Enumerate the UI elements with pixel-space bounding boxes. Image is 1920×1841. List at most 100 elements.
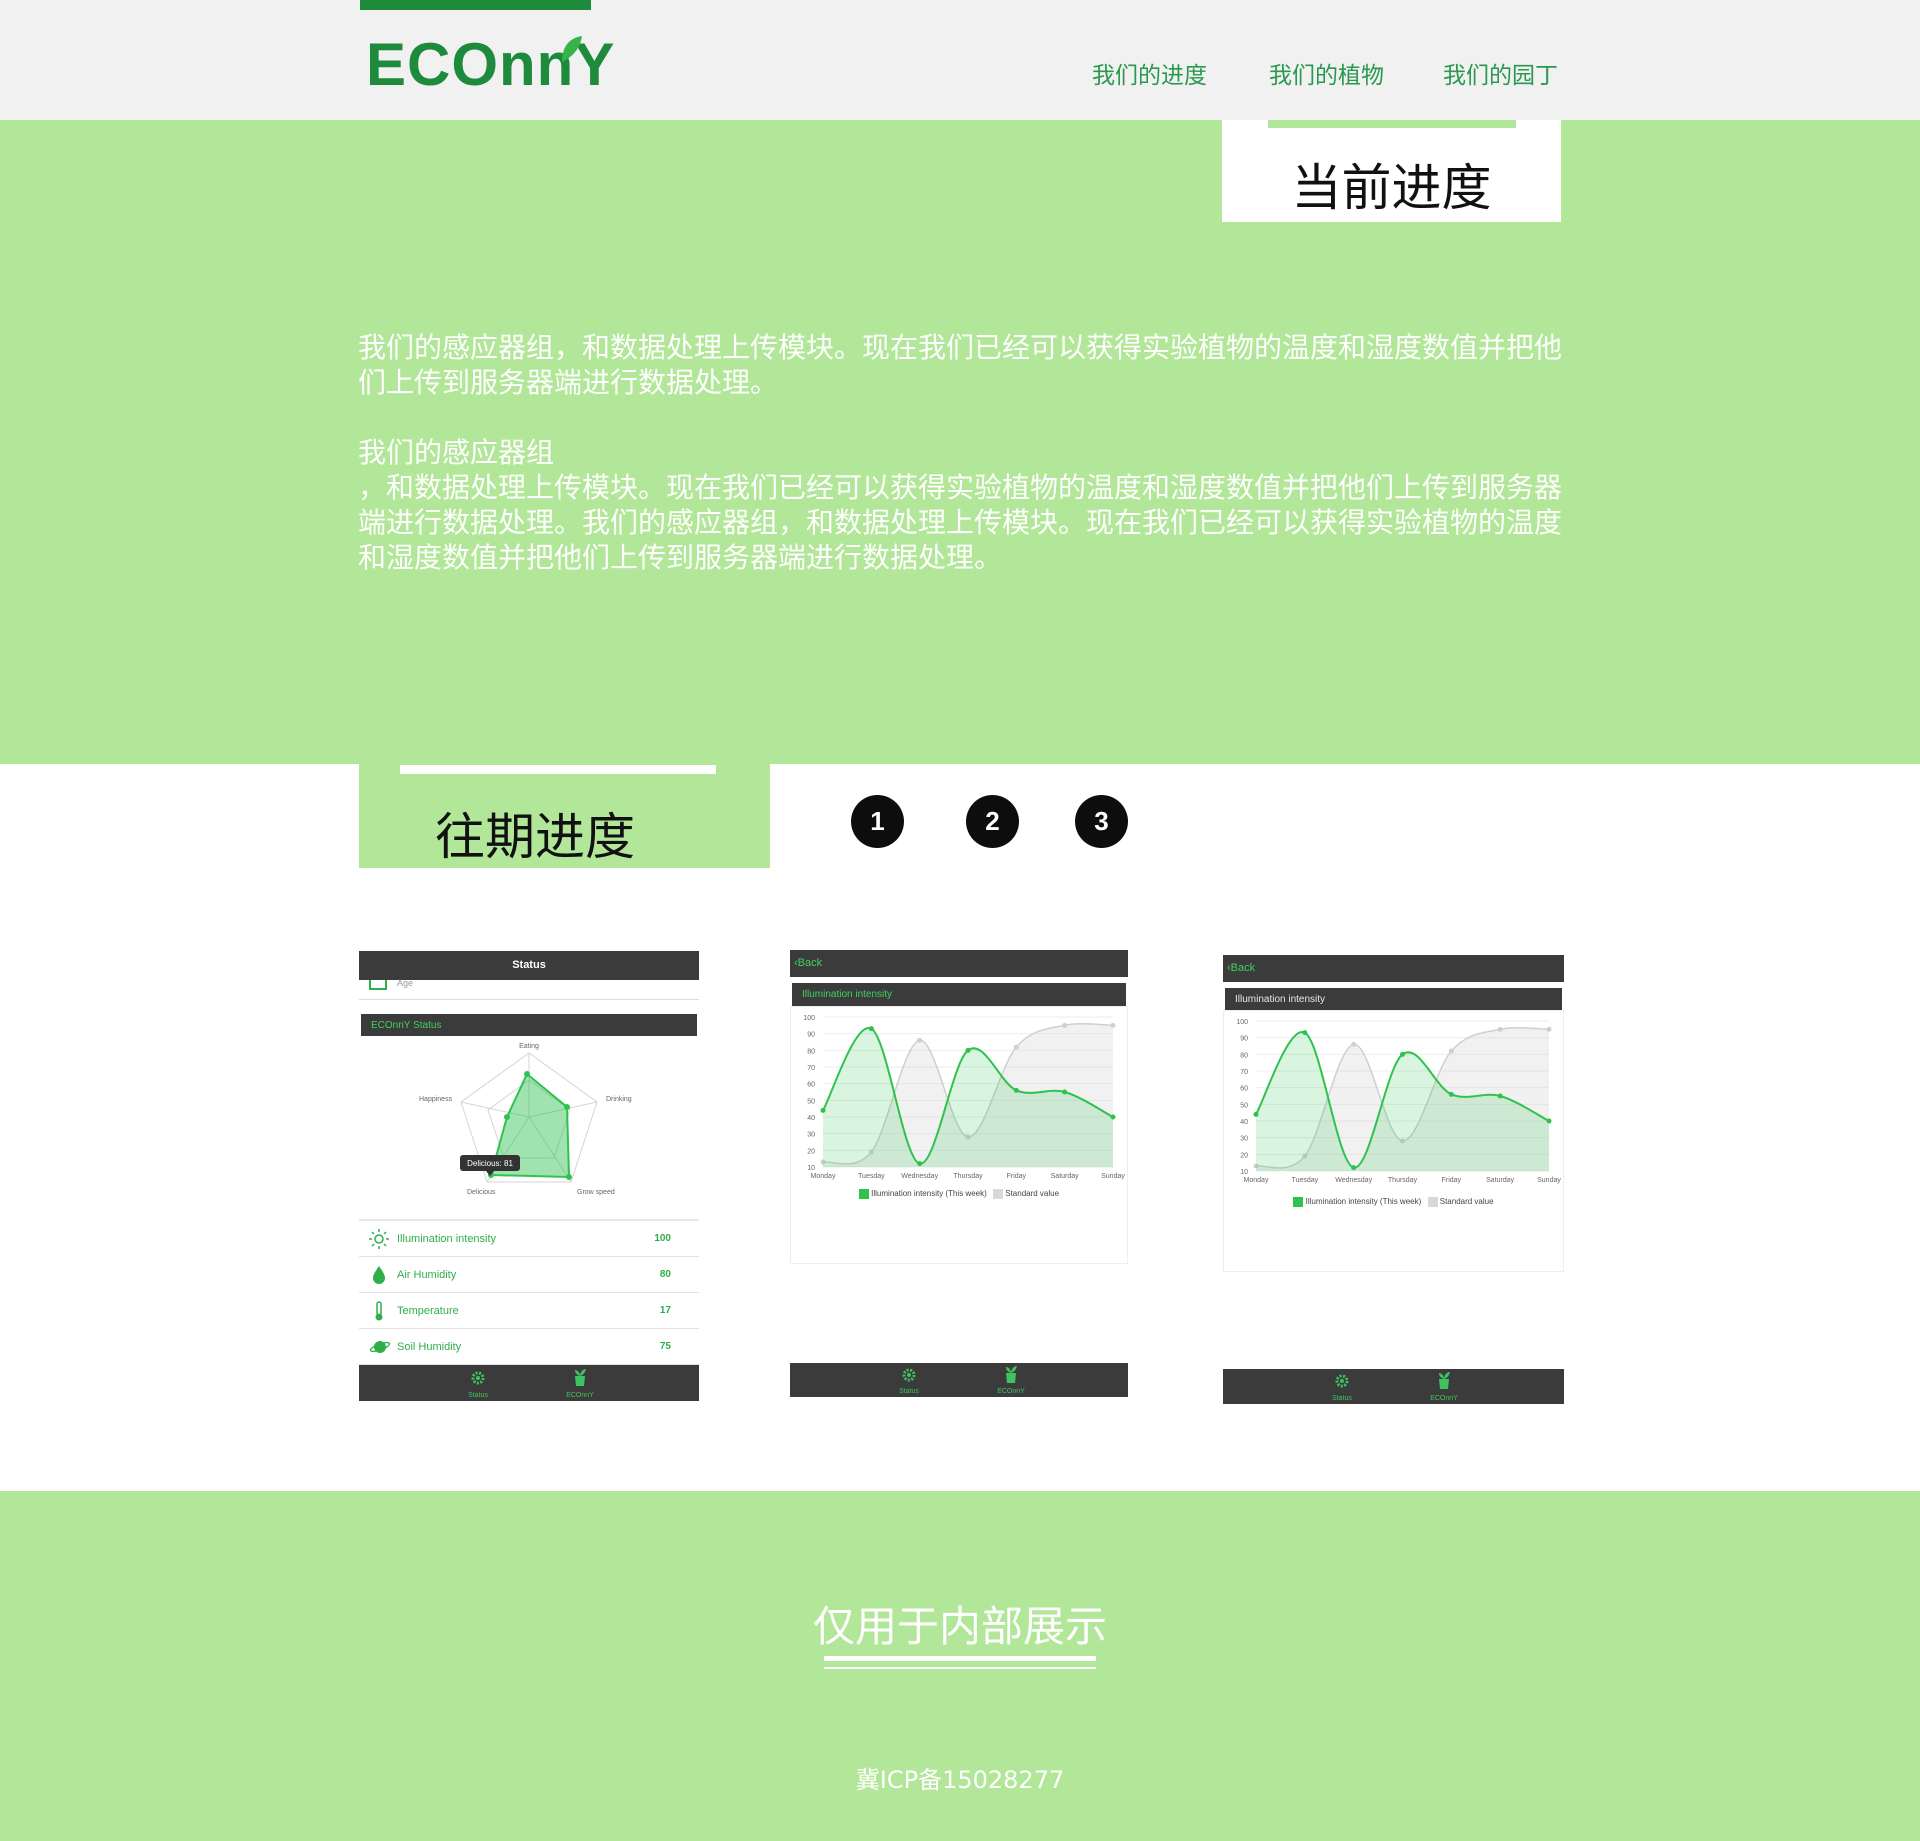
tab-status[interactable]: Status — [1322, 1395, 1362, 1402]
tab-econny[interactable]: ECOnnY — [1424, 1395, 1464, 1402]
x-tick-label: Thursday — [1388, 1177, 1418, 1184]
plant-pot-icon[interactable] — [572, 1368, 588, 1387]
back-bar: ‹Back — [790, 950, 1128, 977]
footer-slogan: 仅用于内部展示 — [812, 1602, 1107, 1651]
back-label: Back — [797, 957, 823, 969]
y-tick-label: 40 — [1240, 1119, 1248, 1126]
title-accent-bar — [400, 765, 716, 774]
data-point — [1400, 1051, 1405, 1057]
sensor-row-air-humidity[interactable]: Air Humidity 80 — [359, 1257, 699, 1293]
tab-econny[interactable]: ECOnnY — [560, 1392, 600, 1399]
data-point — [1497, 1093, 1503, 1099]
chart-legend: Illumination intensity (This week) Stand… — [791, 1189, 1127, 1199]
back-bar: ‹Back — [1223, 955, 1564, 982]
y-tick-label: 20 — [1240, 1152, 1248, 1159]
x-tick-label: Monday — [1244, 1177, 1269, 1184]
data-point — [1013, 1087, 1019, 1093]
legend-swatch-green — [1293, 1197, 1304, 1207]
sensor-row-soil-humidity[interactable]: Soil Humidity 75 — [359, 1329, 699, 1365]
data-point — [965, 1047, 971, 1053]
gear-icon[interactable] — [469, 1369, 487, 1387]
page-button-2[interactable]: 2 — [966, 795, 1019, 848]
site-footer: 仅用于内部展示 冀ICP备15028277 — [0, 1491, 1920, 1841]
y-tick-label: 100 — [803, 1015, 815, 1022]
y-tick-label: 30 — [1240, 1136, 1248, 1143]
data-point — [1062, 1089, 1068, 1095]
data-point — [917, 1161, 923, 1167]
legend-swatch-gray — [993, 1189, 1003, 1199]
x-tick-label: Tuesday — [1292, 1177, 1319, 1184]
back-button[interactable]: ‹Back — [1227, 962, 1255, 974]
chart-title: Illumination intensity — [802, 989, 893, 1000]
tab-econny[interactable]: ECOnnY — [991, 1388, 1031, 1395]
age-row: Age — [359, 978, 699, 1000]
legend-label: Standard value — [1005, 1189, 1060, 1199]
data-point — [1448, 1048, 1454, 1054]
y-tick-label: 10 — [807, 1165, 815, 1172]
tab-bar: Status ECOnnY — [790, 1363, 1128, 1397]
tab-bar: Status ECOnnY — [1223, 1369, 1564, 1404]
data-point — [1546, 1026, 1552, 1032]
tab-status[interactable]: Status — [458, 1392, 498, 1399]
gear-icon[interactable] — [900, 1366, 918, 1384]
illumination-line-chart: 10 20 30 40 50 60 70 80 90 100 Monday Tuesday Wednes… — [1236, 1019, 1561, 1184]
sensor-value: 80 — [659, 1269, 671, 1280]
legend-swatch-gray — [1427, 1197, 1438, 1207]
radar-axis-label: Happiness — [419, 1096, 453, 1103]
legend-label: Standard value — [1439, 1197, 1494, 1207]
sensor-value: 17 — [659, 1305, 671, 1316]
data-point — [1062, 1022, 1068, 1028]
sensor-value: 100 — [654, 1233, 671, 1244]
nav-gardeners[interactable]: 我们的园丁 — [1443, 56, 1558, 90]
tab-status[interactable]: Status — [889, 1388, 929, 1395]
y-tick-label: 70 — [807, 1065, 815, 1072]
y-tick-label: 10 — [1240, 1169, 1248, 1176]
chart-screen-preview-2: ‹Back Illumination intensity 10 20 30 40 50 6… — [1223, 955, 1564, 1404]
icp-record[interactable]: 冀ICP备15028277 — [0, 1760, 1920, 1795]
leaf-icon — [562, 36, 582, 62]
sensor-row-temperature[interactable]: Temperature 17 — [359, 1293, 699, 1329]
gear-icon[interactable] — [1333, 1372, 1351, 1390]
x-tick-label: Monday — [811, 1173, 836, 1180]
legend-label: Illumination intensity (This week) — [871, 1189, 987, 1199]
status-header-title: Status — [512, 959, 546, 971]
y-tick-label: 80 — [807, 1048, 815, 1055]
data-point — [1110, 1114, 1116, 1120]
x-tick-label: Saturday — [1051, 1173, 1080, 1180]
legend-label: Illumination intensity (This week) — [1305, 1197, 1422, 1207]
illumination-line-chart: 10 20 30 40 50 60 70 80 90 100 Monday Tuesday Wednes… — [803, 1015, 1125, 1180]
sun-icon — [369, 1229, 389, 1249]
nav-progress[interactable]: 我们的进度 — [1092, 56, 1207, 90]
data-point — [1351, 1041, 1357, 1047]
plant-pot-icon[interactable] — [1436, 1371, 1452, 1390]
chart-card: 10 20 30 40 50 60 70 80 90 100 Monday Tuesday Wednes… — [1223, 1010, 1564, 1272]
page-button-3[interactable]: 3 — [1075, 795, 1128, 848]
section-title: ECOnnY Status — [371, 1020, 442, 1031]
x-tick-label: Saturday — [1486, 1177, 1515, 1184]
y-tick-label: 100 — [1236, 1019, 1248, 1026]
y-tick-label: 60 — [807, 1082, 815, 1089]
intro-paragraph: 我们的感应器组，和数据处理上传模块。现在我们已经可以获得实验植物的温度和湿度数值… — [358, 331, 1563, 399]
section-bar: ECOnnY Status — [361, 1014, 697, 1036]
sensor-label: Illumination intensity — [397, 1233, 497, 1245]
radar-axis-label: Grow speed — [577, 1189, 615, 1196]
y-tick-label: 80 — [1240, 1052, 1248, 1059]
page-button-1[interactable]: 1 — [851, 795, 904, 848]
radar-tooltip-text: Delicious: 81 — [467, 1159, 513, 1168]
sensor-label: Soil Humidity — [397, 1341, 462, 1353]
data-point — [1497, 1026, 1503, 1032]
back-button[interactable]: ‹Back — [794, 957, 822, 969]
sensor-row-illumination[interactable]: Illumination intensity 100 — [359, 1221, 699, 1257]
logo-accent-bar — [360, 0, 591, 10]
tab-bar: Status ECOnnY — [359, 1365, 699, 1401]
title-accent-bar — [1268, 120, 1516, 128]
past-progress-title: 往期进度 — [435, 808, 635, 866]
chart-card: 10 20 30 40 50 60 70 80 90 100 Monday Tuesday Wednes… — [790, 1006, 1128, 1264]
nav-plants[interactable]: 我们的植物 — [1269, 56, 1384, 90]
data-point — [1351, 1165, 1357, 1171]
plant-pot-icon[interactable] — [1003, 1365, 1019, 1384]
current-progress-title-box: 当前进度 — [1222, 120, 1561, 222]
radar-axis-label: Drinking — [606, 1096, 632, 1103]
current-progress-title: 当前进度 — [1291, 159, 1492, 217]
data-point — [820, 1107, 826, 1113]
